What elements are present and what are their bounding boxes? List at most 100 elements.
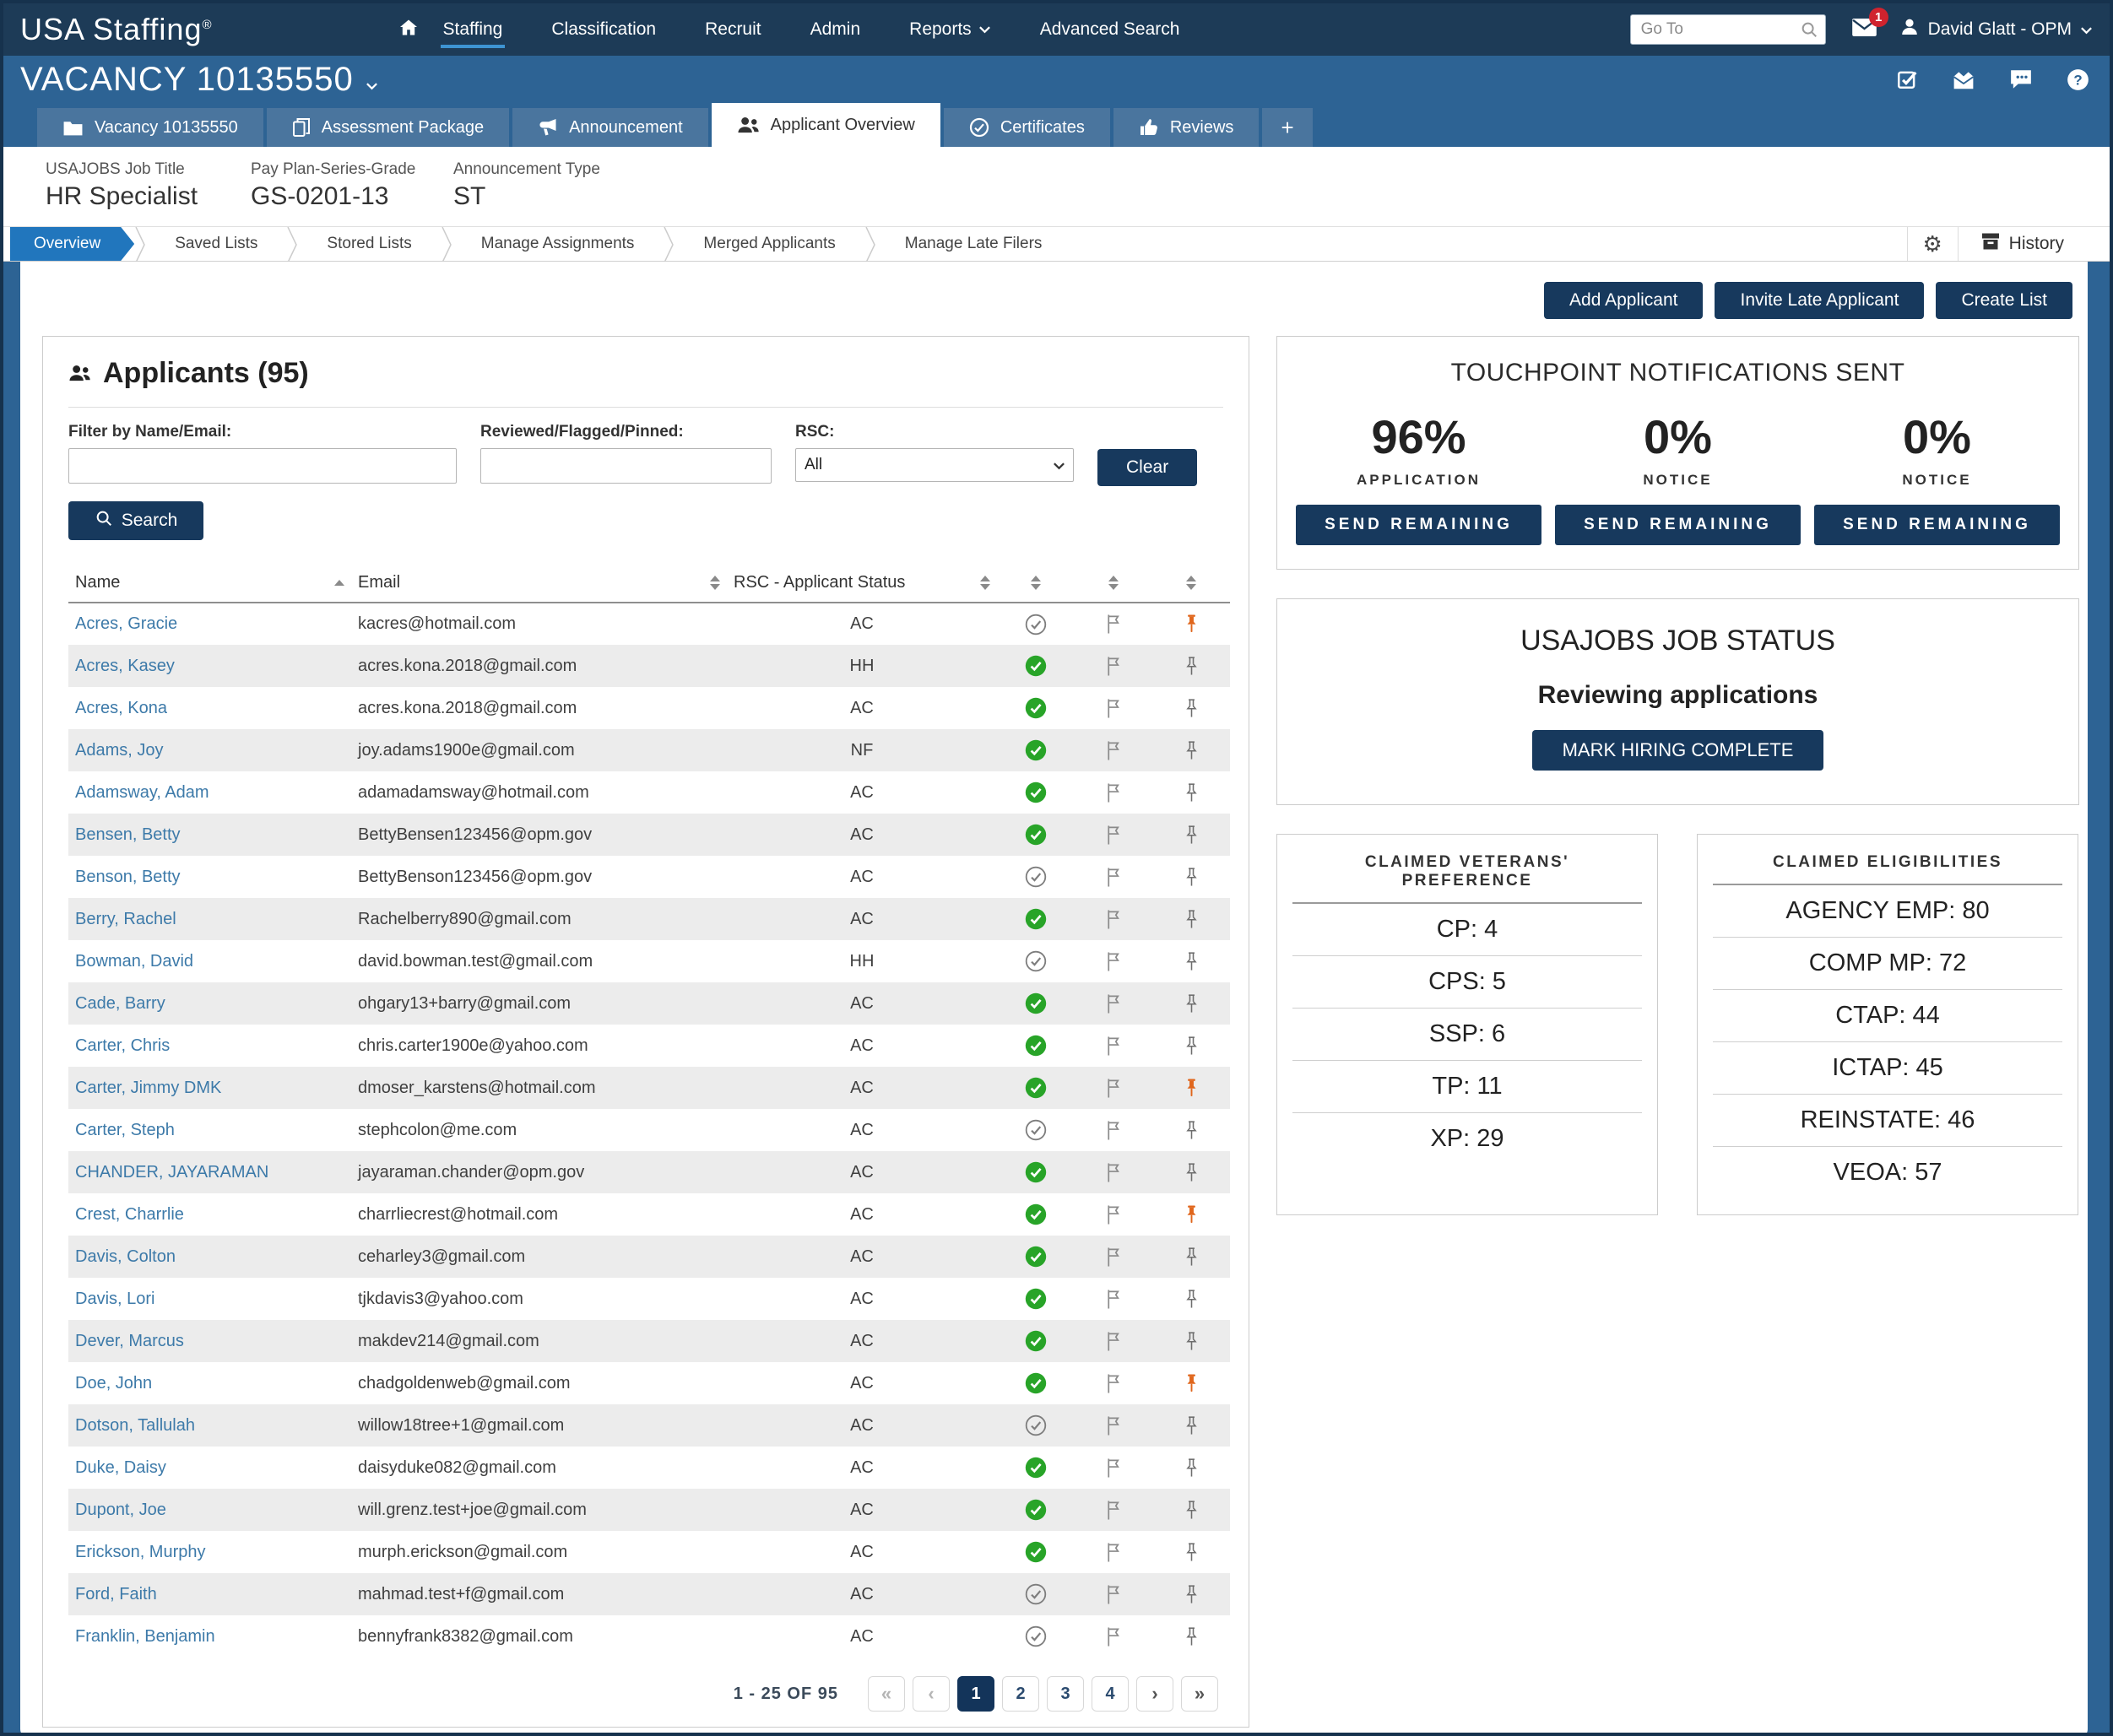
check-outline-icon[interactable]: [1025, 1414, 1047, 1436]
pagination-next-button[interactable]: ›: [1136, 1676, 1173, 1712]
column-header-flagged[interactable]: [1075, 564, 1152, 603]
flag-icon[interactable]: [1104, 740, 1124, 761]
check-green-icon[interactable]: [1025, 1288, 1047, 1310]
check-green-icon[interactable]: [1025, 1541, 1047, 1563]
flag-icon[interactable]: [1104, 1457, 1124, 1479]
applicant-name-link[interactable]: Doe, John: [75, 1374, 152, 1393]
check-outline-icon[interactable]: [1025, 950, 1047, 972]
flag-icon[interactable]: [1104, 1542, 1124, 1563]
pin-filled-icon[interactable]: [1183, 614, 1200, 635]
send-remaining-button[interactable]: SEND REMAINING: [1296, 505, 1541, 545]
pagination-first-button[interactable]: «: [868, 1676, 905, 1712]
pin-icon[interactable]: [1183, 782, 1200, 803]
add-applicant-button[interactable]: Add Applicant: [1544, 282, 1703, 319]
check-green-icon[interactable]: [1025, 739, 1047, 761]
vacancy-title-dropdown[interactable]: VACANCY 10135550: [20, 61, 378, 99]
check-outline-icon[interactable]: [1025, 866, 1047, 888]
applicant-name-link[interactable]: Acres, Kasey: [75, 657, 175, 675]
flag-icon[interactable]: [1104, 909, 1124, 930]
pin-icon[interactable]: [1183, 1247, 1200, 1268]
mail-button[interactable]: 1: [1851, 18, 1877, 41]
pin-icon[interactable]: [1183, 1162, 1200, 1183]
clear-button[interactable]: Clear: [1097, 449, 1197, 486]
invite-late-applicant-button[interactable]: Invite Late Applicant: [1715, 282, 1924, 319]
flag-icon[interactable]: [1104, 614, 1124, 635]
applicant-name-link[interactable]: Davis, Colton: [75, 1247, 176, 1266]
nav-item-classification[interactable]: Classification: [527, 19, 680, 40]
flag-icon[interactable]: [1104, 1120, 1124, 1141]
pin-icon[interactable]: [1183, 1626, 1200, 1647]
help-button[interactable]: ?: [2067, 68, 2089, 91]
pin-filled-icon[interactable]: [1183, 1204, 1200, 1225]
check-green-icon[interactable]: [1025, 655, 1047, 677]
pagination-last-button[interactable]: »: [1181, 1676, 1218, 1712]
user-menu[interactable]: David Glatt - OPM: [1899, 17, 2093, 42]
correspondence-button[interactable]: [1952, 69, 1975, 90]
pagination-prev-button[interactable]: ‹: [913, 1676, 950, 1712]
flag-icon[interactable]: [1104, 1500, 1124, 1521]
mark-hiring-complete-button[interactable]: MARK HIRING COMPLETE: [1532, 730, 1824, 771]
column-header-reviewed[interactable]: [997, 564, 1075, 603]
pin-icon[interactable]: [1183, 1036, 1200, 1057]
pin-icon[interactable]: [1183, 825, 1200, 846]
applicant-name-link[interactable]: Erickson, Murphy: [75, 1543, 206, 1561]
home-button[interactable]: [398, 18, 419, 42]
subnav-item-manage-assignments[interactable]: Manage Assignments: [452, 227, 664, 261]
applicant-name-link[interactable]: Dupont, Joe: [75, 1501, 166, 1519]
pin-icon[interactable]: [1183, 1500, 1200, 1521]
add-tab-button[interactable]: +: [1262, 108, 1312, 147]
applicant-name-link[interactable]: Cade, Barry: [75, 994, 165, 1013]
check-green-icon[interactable]: [1025, 1372, 1047, 1394]
rsc-select[interactable]: All: [795, 448, 1074, 482]
applicant-name-link[interactable]: Davis, Lori: [75, 1290, 154, 1308]
tasks-button[interactable]: [1896, 68, 1918, 90]
flag-icon[interactable]: [1104, 656, 1124, 677]
flag-icon[interactable]: [1104, 951, 1124, 972]
history-button[interactable]: History: [1958, 227, 2086, 261]
chat-button[interactable]: [2009, 68, 2033, 90]
check-outline-icon[interactable]: [1025, 1583, 1047, 1605]
flag-icon[interactable]: [1104, 1204, 1124, 1225]
send-remaining-button[interactable]: SEND REMAINING: [1555, 505, 1801, 545]
pin-icon[interactable]: [1183, 1457, 1200, 1479]
send-remaining-button[interactable]: SEND REMAINING: [1814, 505, 2060, 545]
applicant-name-link[interactable]: Adams, Joy: [75, 741, 163, 760]
check-green-icon[interactable]: [1025, 1035, 1047, 1057]
subnav-item-merged-applicants[interactable]: Merged Applicants: [675, 227, 864, 261]
pagination-page-3[interactable]: 3: [1047, 1676, 1084, 1712]
flag-icon[interactable]: [1104, 1584, 1124, 1605]
check-green-icon[interactable]: [1025, 1161, 1047, 1183]
column-header-status[interactable]: RSC - Applicant Status: [727, 564, 997, 603]
search-button[interactable]: Search: [68, 501, 203, 540]
flag-icon[interactable]: [1104, 782, 1124, 803]
applicant-name-link[interactable]: Benson, Betty: [75, 868, 181, 886]
pin-icon[interactable]: [1183, 656, 1200, 677]
pin-icon[interactable]: [1183, 1120, 1200, 1141]
applicant-name-link[interactable]: Crest, Charrlie: [75, 1205, 184, 1224]
check-green-icon[interactable]: [1025, 1246, 1047, 1268]
check-green-icon[interactable]: [1025, 1457, 1047, 1479]
pin-icon[interactable]: [1183, 1584, 1200, 1605]
nav-item-reports[interactable]: Reports: [885, 19, 1016, 40]
flag-icon[interactable]: [1104, 1373, 1124, 1394]
pin-filled-icon[interactable]: [1183, 1373, 1200, 1394]
pin-icon[interactable]: [1183, 698, 1200, 719]
applicant-name-link[interactable]: Dever, Marcus: [75, 1332, 184, 1350]
pagination-page-4[interactable]: 4: [1092, 1676, 1129, 1712]
applicant-name-link[interactable]: Bowman, David: [75, 952, 193, 971]
applicant-name-link[interactable]: Carter, Jimmy DMK: [75, 1079, 221, 1097]
tab-applicant-overview[interactable]: Applicant Overview: [712, 103, 940, 147]
flag-icon[interactable]: [1104, 867, 1124, 888]
applicant-name-link[interactable]: Ford, Faith: [75, 1585, 157, 1604]
pin-icon[interactable]: [1183, 867, 1200, 888]
nav-item-recruit[interactable]: Recruit: [680, 19, 786, 40]
applicant-name-link[interactable]: Bensen, Betty: [75, 825, 181, 844]
pin-icon[interactable]: [1183, 909, 1200, 930]
brand-logo[interactable]: USA Staffing®: [20, 12, 213, 47]
applicant-name-link[interactable]: Acres, Gracie: [75, 614, 177, 633]
subnav-item-manage-late-filers[interactable]: Manage Late Filers: [876, 227, 1071, 261]
flag-icon[interactable]: [1104, 825, 1124, 846]
check-outline-icon[interactable]: [1025, 1119, 1047, 1141]
applicant-name-link[interactable]: Franklin, Benjamin: [75, 1627, 215, 1646]
column-header-name[interactable]: Name: [68, 564, 351, 603]
